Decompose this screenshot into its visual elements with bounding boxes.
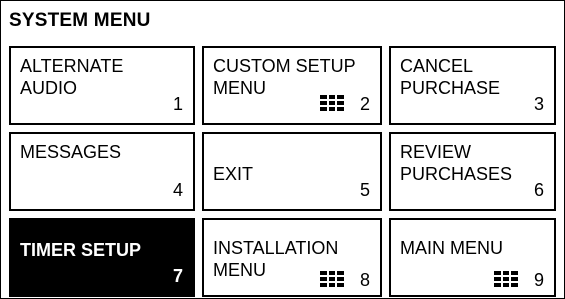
keypad-grid-icon <box>320 95 344 111</box>
tile-number: 8 <box>359 270 370 290</box>
tile-number: 9 <box>533 270 544 290</box>
tile-review-purchases[interactable]: REVIEW PURCHASES 6 <box>389 132 556 211</box>
tile-number: 5 <box>359 180 370 200</box>
tile-label-line2: MENU <box>213 78 266 98</box>
tile-number: 2 <box>359 94 370 114</box>
tile-label-line1: CUSTOM SETUP <box>213 56 356 76</box>
tile-label-line1: INSTALLATION <box>213 238 339 258</box>
tile-label-line2: PURCHASE <box>400 78 501 98</box>
tile-number: 1 <box>172 94 183 114</box>
menu-title: SYSTEM MENU <box>9 10 151 31</box>
tile-installation-menu[interactable]: INSTALLATION MENU 8 <box>202 218 382 297</box>
tile-label-line2: MENU <box>213 260 266 280</box>
tile-number: 3 <box>533 94 544 114</box>
tile-label-line1: ALTERNATE <box>20 56 124 76</box>
tile-label-line1: CANCEL <box>400 56 474 76</box>
keypad-grid-icon <box>320 271 344 287</box>
tile-label-line2: AUDIO <box>20 78 78 98</box>
tile-main-menu[interactable]: MAIN MENU 9 <box>389 218 556 297</box>
tile-label-line1: REVIEW <box>400 142 472 162</box>
tile-custom-setup-menu[interactable]: CUSTOM SETUP MENU 2 <box>202 46 382 125</box>
tile-number: 7 <box>172 266 183 286</box>
tile-timer-setup[interactable]: TIMER SETUP 7 <box>9 218 195 297</box>
tile-cancel-purchase[interactable]: CANCEL PURCHASE 3 <box>389 46 556 125</box>
tile-exit[interactable]: EXIT 5 <box>202 132 382 211</box>
tile-label-line1: MAIN MENU <box>400 238 503 258</box>
tile-label-line1: TIMER SETUP <box>20 240 142 260</box>
tile-messages[interactable]: MESSAGES 4 <box>9 132 195 211</box>
tile-number: 4 <box>172 180 183 200</box>
tile-label-line2: EXIT <box>213 164 254 184</box>
tile-alternate-audio[interactable]: ALTERNATE AUDIO 1 <box>9 46 195 125</box>
system-menu-panel: SYSTEM MENU ALTERNATE AUDIO 1 CUSTOM SET… <box>0 0 565 299</box>
keypad-grid-icon <box>494 271 518 287</box>
tile-label-line2: PURCHASES <box>400 164 513 184</box>
tile-label-line1: MESSAGES <box>20 142 122 162</box>
tile-number: 6 <box>533 180 544 200</box>
